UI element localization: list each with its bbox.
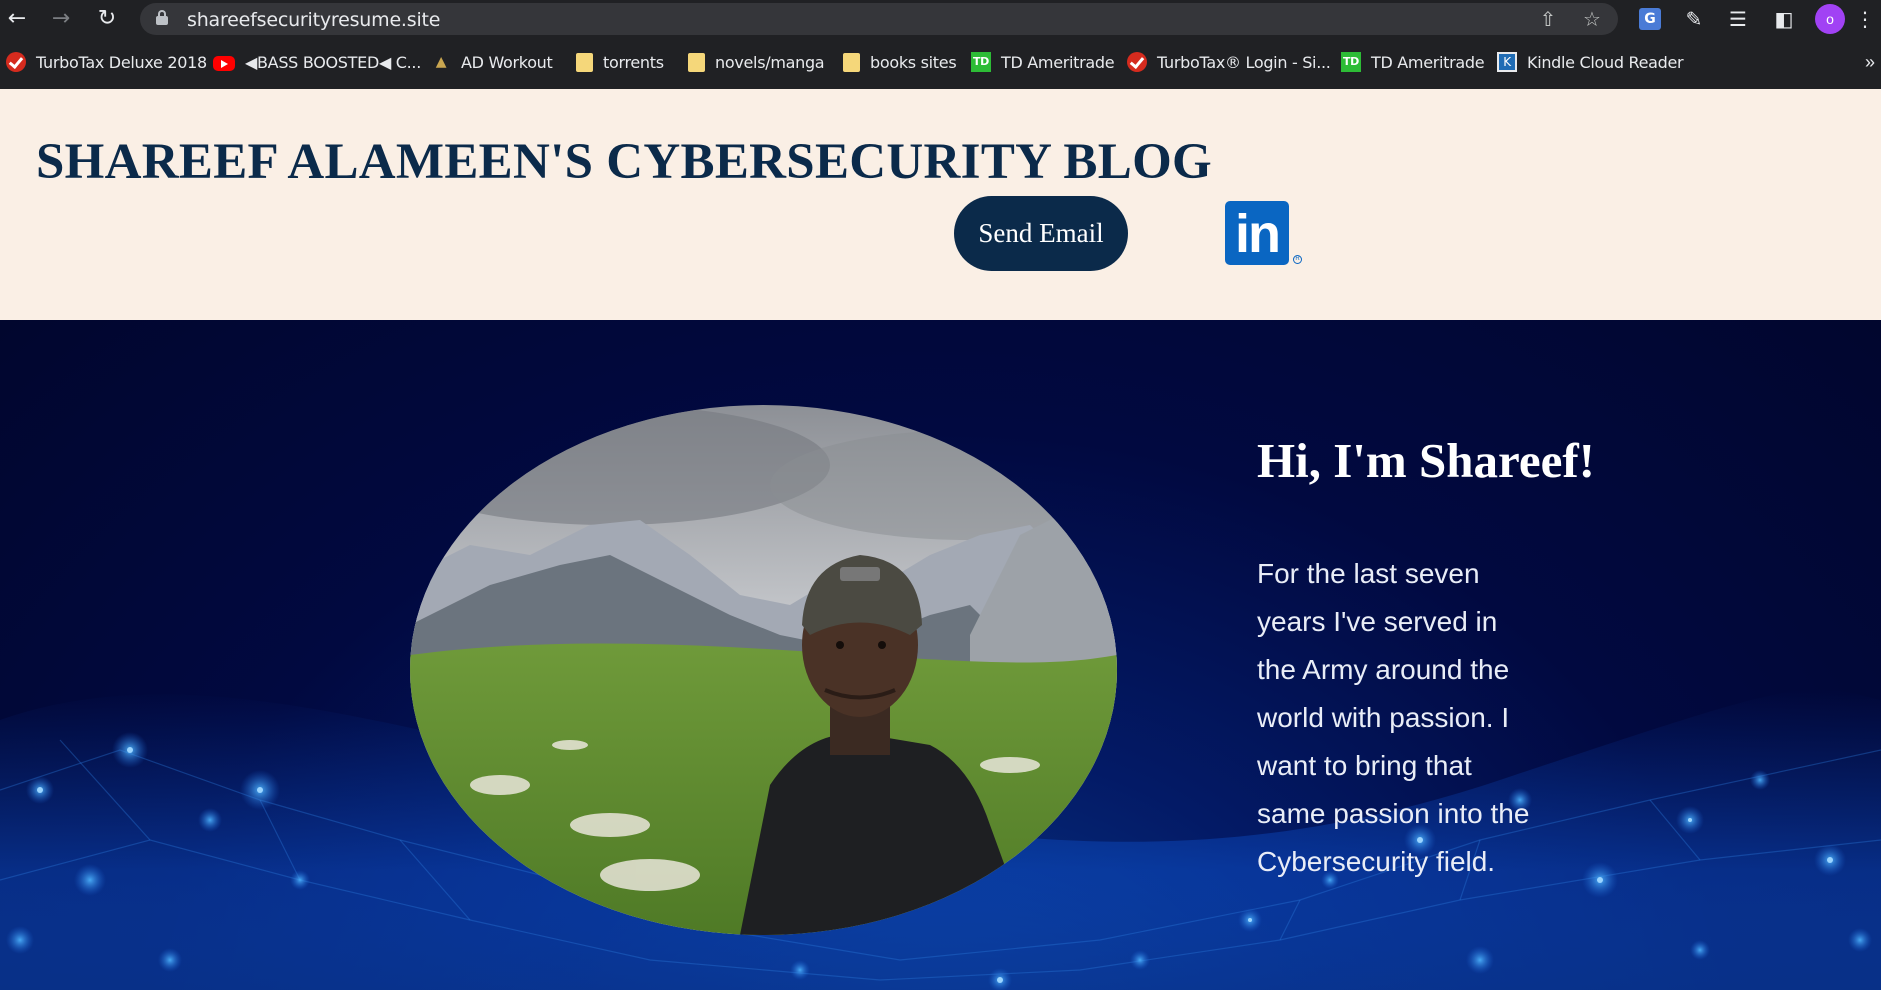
td-icon: TD [971, 52, 991, 72]
bookmark-item[interactable]: torrents [576, 50, 664, 74]
intro-line: want to bring that [1257, 750, 1472, 781]
browser-toolbar: ← → ↻ shareefsecurityresume.site ⇧ ☆ G ✎… [0, 0, 1881, 38]
bookmark-label: novels/manga [715, 52, 825, 72]
bookmark-item[interactable]: TD TD Ameritrade [1341, 50, 1485, 74]
bookmark-label: AD Workout [461, 52, 553, 72]
kindle-icon: K [1497, 52, 1517, 72]
bookmark-item[interactable]: novels/manga [688, 50, 825, 74]
browser-chrome: ← → ↻ shareefsecurityresume.site ⇧ ☆ G ✎… [0, 0, 1881, 89]
site-header: SHAREEF ALAMEEN'S CYBERSECURITY BLOG Sen… [0, 89, 1881, 320]
reload-icon[interactable]: ↻ [94, 6, 120, 32]
intro-line: world with passion. I [1257, 702, 1510, 733]
more-bookmarks-icon[interactable]: » [1865, 50, 1875, 74]
youtube-icon [213, 55, 235, 71]
registered-mark-icon: R [1293, 255, 1302, 264]
bookmark-label: TurboTax Deluxe 2018 [36, 52, 207, 72]
intro-line: the Army around the [1257, 654, 1510, 685]
page-title: SHAREEF ALAMEEN'S CYBERSECURITY BLOG [36, 134, 1213, 190]
intro-line: For the last seven [1257, 558, 1480, 589]
share-icon[interactable]: ⇧ [1536, 7, 1560, 31]
bookmark-label: ◀BASS BOOSTED◀ C... [245, 52, 421, 72]
url-text[interactable]: shareefsecurityresume.site [187, 9, 440, 31]
intro-line: years I've served in [1257, 606, 1498, 637]
turbotax-icon [1127, 52, 1147, 72]
profile-avatar[interactable]: o [1815, 4, 1845, 34]
hero-heading: Hi, I'm Shareef! [1257, 433, 1595, 488]
bookmark-label: TD Ameritrade [1371, 52, 1485, 72]
bookmarks-bar: TurboTax Deluxe 2018 ◀BASS BOOSTED◀ C...… [0, 46, 1881, 78]
linkedin-icon[interactable]: in [1225, 201, 1289, 265]
send-email-button[interactable]: Send Email [954, 196, 1128, 271]
intro-line: same passion into the [1257, 798, 1530, 829]
hero-section: Hi, I'm Shareef! For the last seven year… [0, 320, 1881, 990]
bookmark-label: books sites [870, 52, 957, 72]
bookmark-label: torrents [603, 52, 664, 72]
kebab-menu-icon[interactable]: ⋮ [1855, 6, 1875, 32]
bookmark-label: TD Ameritrade [1001, 52, 1115, 72]
extensions-icon[interactable]: ✎ [1681, 6, 1707, 32]
star-icon[interactable]: ☆ [1580, 7, 1604, 31]
bookmark-item[interactable]: TurboTax Deluxe 2018 [6, 50, 207, 74]
bookmark-item[interactable]: K Kindle Cloud Reader [1497, 50, 1684, 74]
bookmark-item[interactable]: ▲ AD Workout [431, 50, 553, 74]
profile-photo [410, 405, 1117, 935]
td-icon: TD [1341, 52, 1361, 72]
folder-icon [688, 52, 705, 72]
bookmark-item[interactable]: TD TD Ameritrade [971, 50, 1115, 74]
reading-list-icon[interactable]: ☰ [1725, 6, 1751, 32]
hero-intro-text: For the last seven years I've served in … [1257, 550, 1557, 886]
folder-icon [576, 52, 593, 72]
forward-arrow-icon[interactable]: → [48, 6, 74, 32]
bookmark-label: TurboTax® Login - Si... [1157, 52, 1331, 72]
back-arrow-icon[interactable]: ← [4, 6, 30, 32]
intro-line: Cybersecurity field. [1257, 846, 1496, 877]
bookmark-label: Kindle Cloud Reader [1527, 52, 1684, 72]
bookmark-item[interactable]: ◀BASS BOOSTED◀ C... [213, 50, 421, 74]
bookmark-item[interactable]: books sites [843, 50, 957, 74]
folder-icon [843, 52, 860, 72]
lock-icon[interactable] [156, 10, 168, 26]
translate-icon[interactable]: G [1639, 8, 1661, 30]
turbotax-icon [6, 52, 26, 72]
side-panel-icon[interactable]: ◧ [1771, 6, 1797, 32]
ad-workout-icon: ▲ [435, 54, 447, 70]
bookmark-item[interactable]: TurboTax® Login - Si... [1127, 50, 1331, 74]
address-bar[interactable]: shareefsecurityresume.site ⇧ ☆ [140, 3, 1618, 35]
